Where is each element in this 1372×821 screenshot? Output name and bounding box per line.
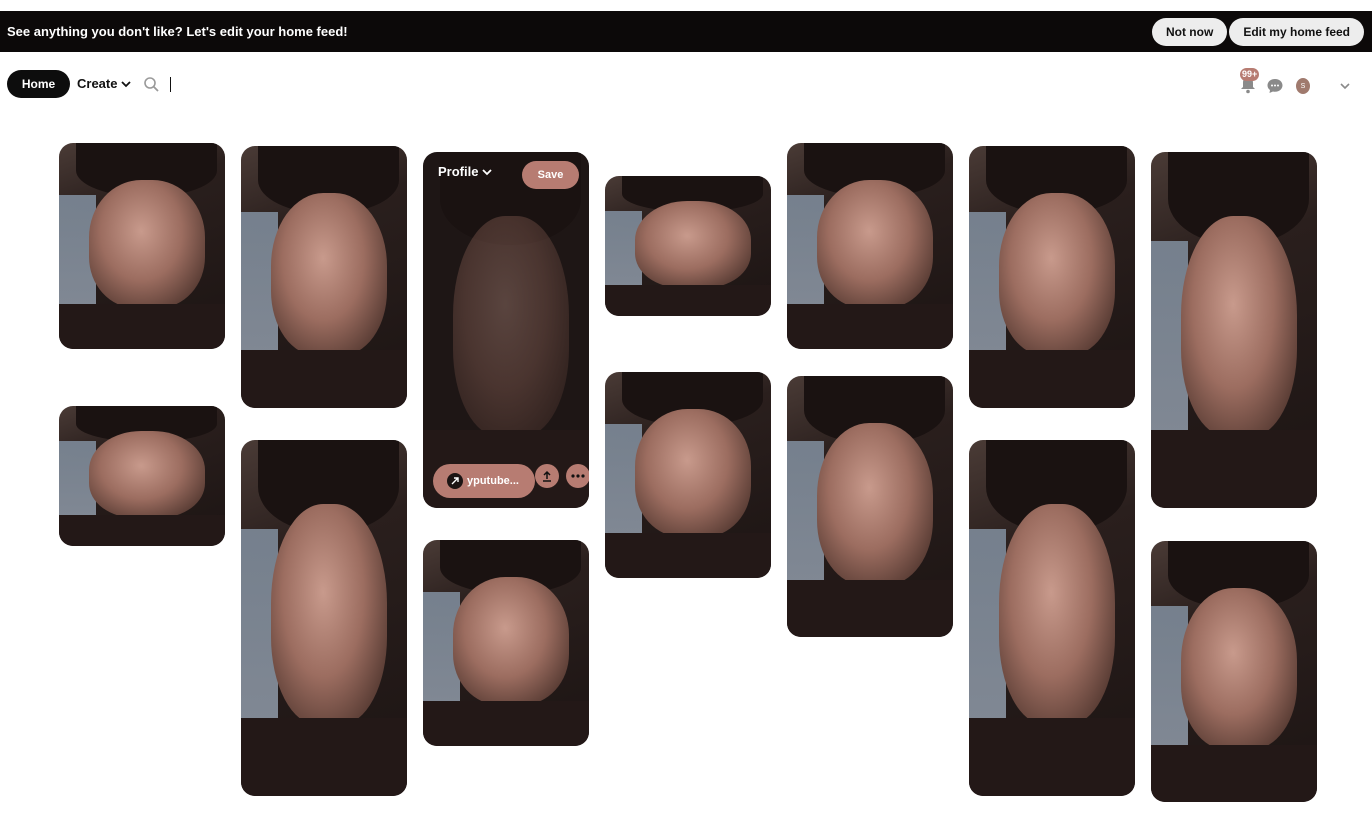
- save-button[interactable]: Save: [522, 161, 579, 189]
- banner-message: See anything you don't like? Let's edit …: [7, 24, 348, 39]
- create-menu[interactable]: Create: [77, 76, 132, 91]
- search-input[interactable]: [170, 77, 171, 92]
- notifications-button[interactable]: 99+: [1238, 68, 1260, 96]
- edit-feed-banner: See anything you don't like? Let's edit …: [0, 11, 1372, 52]
- messages-icon[interactable]: [1266, 77, 1284, 95]
- pin[interactable]: [605, 176, 771, 316]
- chevron-down-icon: [482, 168, 493, 175]
- pin-link-button[interactable]: yputube...: [433, 464, 535, 498]
- create-label: Create: [77, 76, 118, 91]
- pin[interactable]: [969, 440, 1135, 796]
- not-now-button[interactable]: Not now: [1151, 17, 1228, 46]
- pin[interactable]: [241, 440, 407, 796]
- avatar[interactable]: S: [1296, 78, 1310, 94]
- chevron-down-icon[interactable]: [1340, 82, 1350, 90]
- pin[interactable]: [423, 540, 589, 746]
- pin[interactable]: [787, 376, 953, 637]
- pin[interactable]: [1151, 152, 1317, 508]
- pin[interactable]: [59, 406, 225, 546]
- search-icon[interactable]: [143, 76, 159, 92]
- header-actions: 99+ S: [1238, 68, 1350, 96]
- home-button[interactable]: Home: [7, 70, 70, 98]
- pin[interactable]: [605, 372, 771, 578]
- pin[interactable]: [59, 143, 225, 349]
- pin[interactable]: [241, 146, 407, 408]
- more-options-button[interactable]: [566, 464, 589, 488]
- notification-badge: 99+: [1240, 68, 1260, 81]
- share-icon: [543, 470, 551, 482]
- top-navigation: Home Create 99+ S: [0, 68, 1372, 100]
- chevron-down-icon: [121, 80, 132, 87]
- pin[interactable]: [1151, 541, 1317, 802]
- pin-link-label: yputube...: [467, 475, 519, 487]
- pin[interactable]: [787, 143, 953, 349]
- pin-hovered[interactable]: Profile Save yputube...: [423, 152, 589, 508]
- edit-home-feed-button[interactable]: Edit my home feed: [1229, 17, 1364, 46]
- banner-actions: Not now Edit my home feed: [1151, 17, 1364, 46]
- board-select-label: Profile: [438, 164, 479, 179]
- ellipsis-icon: [571, 474, 585, 478]
- share-button[interactable]: [535, 464, 559, 488]
- board-select[interactable]: Profile: [438, 164, 493, 179]
- pin[interactable]: [969, 146, 1135, 408]
- external-link-icon: [447, 473, 463, 489]
